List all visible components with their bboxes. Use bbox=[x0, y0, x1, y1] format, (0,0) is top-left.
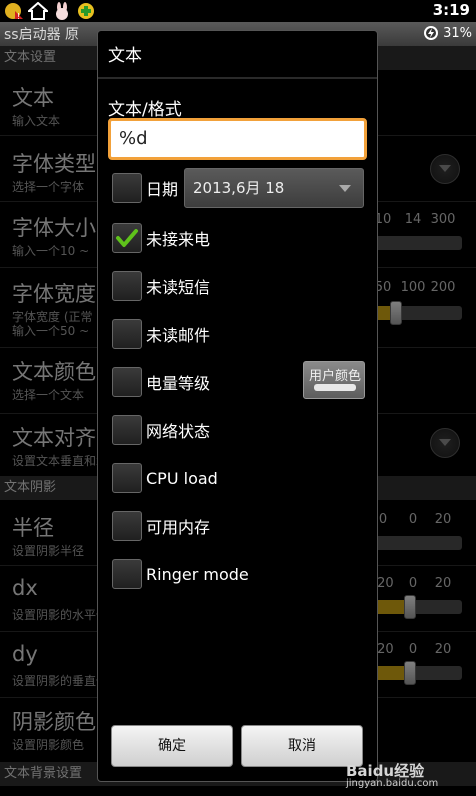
checkbox-date[interactable] bbox=[112, 173, 142, 203]
clock: 3:19 bbox=[432, 1, 470, 19]
cancel-button[interactable]: 取消 bbox=[241, 725, 363, 767]
checkbox-unread-mail[interactable] bbox=[112, 319, 142, 349]
checkbox-row-battery[interactable]: 电量等级 bbox=[112, 367, 210, 397]
checkbox-label: 电量等级 bbox=[146, 374, 211, 393]
checkbox-label: 可用内存 bbox=[146, 518, 211, 537]
checkbox-label: 未读邮件 bbox=[146, 326, 211, 345]
checkbox-row-cpu[interactable]: CPU load bbox=[112, 463, 218, 493]
checkbox-cpu-load[interactable] bbox=[112, 463, 142, 493]
dialog-title: 文本 bbox=[108, 46, 142, 66]
checkbox-battery-level[interactable] bbox=[112, 367, 142, 397]
checkbox-label: 未读短信 bbox=[146, 278, 211, 297]
watermark-url: jingyan.baidu.com bbox=[346, 778, 439, 789]
app-title: ss启动器 原 bbox=[4, 27, 80, 43]
checkbox-label: Ringer mode bbox=[146, 564, 249, 584]
battery-percent: 31% bbox=[443, 25, 472, 41]
home-icon bbox=[28, 2, 48, 20]
rabbit-icon bbox=[52, 2, 72, 20]
color-swatch bbox=[314, 384, 356, 391]
chevron-down-icon bbox=[339, 185, 351, 192]
checkmark-icon bbox=[116, 229, 138, 247]
checkbox-row-network[interactable]: 网络状态 bbox=[112, 415, 210, 445]
checkbox-row-memory[interactable]: 可用内存 bbox=[112, 511, 210, 541]
checkbox-row-date[interactable]: 日期 bbox=[112, 173, 178, 203]
checkbox-row-ringer[interactable]: Ringer mode bbox=[112, 559, 249, 589]
date-format-select[interactable]: 2013,6月 18 bbox=[184, 168, 364, 208]
text-format-dialog: 文本 文本/格式 %d 日期 2013,6月 18 未接来电 未读短信 未读邮件… bbox=[97, 30, 378, 782]
warning-sync-icon: ! bbox=[4, 2, 24, 20]
status-bar: ! 3:19 bbox=[0, 0, 476, 22]
checkbox-row-unread-sms[interactable]: 未读短信 bbox=[112, 271, 210, 301]
format-label: 文本/格式 bbox=[108, 100, 182, 120]
checkbox-label: 日期 bbox=[146, 180, 179, 199]
user-color-button[interactable]: 用户颜色 bbox=[303, 361, 365, 399]
battery-indicator: 31% bbox=[423, 25, 472, 41]
format-input[interactable]: %d bbox=[108, 118, 367, 160]
plus-app-icon bbox=[76, 2, 96, 20]
checkbox-label: CPU load bbox=[146, 468, 218, 488]
checkbox-row-unread-mail[interactable]: 未读邮件 bbox=[112, 319, 210, 349]
checkbox-ringer-mode[interactable] bbox=[112, 559, 142, 589]
checkbox-available-memory[interactable] bbox=[112, 511, 142, 541]
ok-button[interactable]: 确定 bbox=[111, 725, 233, 767]
baidu-watermark: Baidu经验 jingyan.baidu.com bbox=[346, 760, 466, 792]
date-format-value: 2013,6月 18 bbox=[193, 179, 285, 197]
checkbox-label: 未接来电 bbox=[146, 230, 211, 249]
checkbox-network-status[interactable] bbox=[112, 415, 142, 445]
checkbox-missed-calls[interactable] bbox=[112, 223, 142, 253]
checkbox-row-missed-calls[interactable]: 未接来电 bbox=[112, 223, 210, 253]
battery-icon bbox=[424, 26, 439, 40]
checkbox-label: 网络状态 bbox=[146, 422, 211, 441]
divider bbox=[98, 77, 377, 79]
checkbox-unread-sms[interactable] bbox=[112, 271, 142, 301]
user-color-label: 用户颜色 bbox=[308, 369, 361, 384]
svg-text:!: ! bbox=[17, 12, 20, 20]
